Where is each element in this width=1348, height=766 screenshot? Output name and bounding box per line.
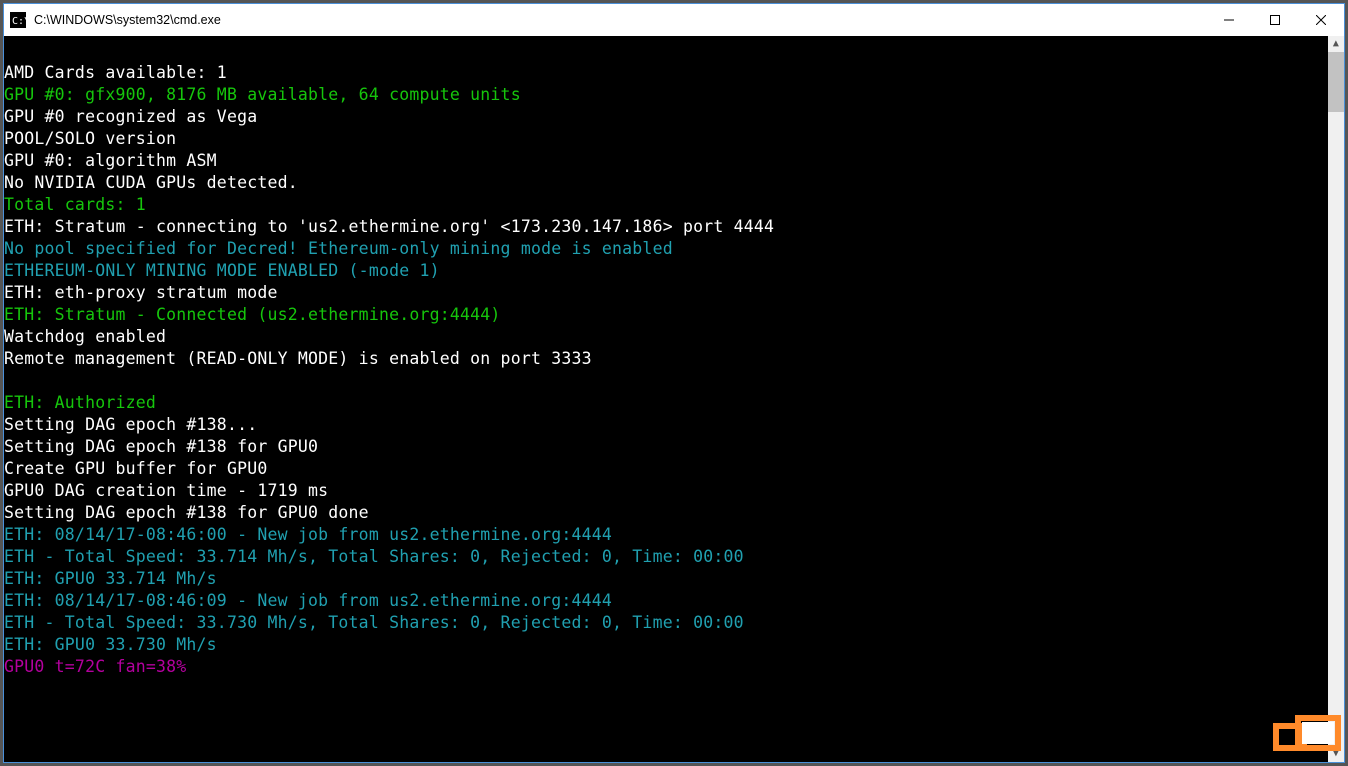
console-line: ETH: Stratum - Connected (us2.ethermine.… [4,304,1344,326]
window-title: C:\WINDOWS\system32\cmd.exe [34,13,221,27]
console-line: ETH: Stratum - connecting to 'us2.etherm… [4,216,1344,238]
console-line: Total cards: 1 [4,194,1344,216]
scrollbar-thumb[interactable] [1328,52,1344,112]
console-line [4,370,1344,392]
console-line: ETH: eth-proxy stratum mode [4,282,1344,304]
console-line: GPU #0: algorithm ASM [4,150,1344,172]
scroll-down-arrow[interactable]: ▼ [1328,746,1344,762]
console-line: ETHEREUM-ONLY MINING MODE ENABLED (-mode… [4,260,1344,282]
console-line: Setting DAG epoch #138 for GPU0 done [4,502,1344,524]
console-output[interactable]: AMD Cards available: 1GPU #0: gfx900, 81… [4,36,1344,762]
console-line: GPU0 DAG creation time - 1719 ms [4,480,1344,502]
titlebar[interactable]: C:\ C:\WINDOWS\system32\cmd.exe [4,4,1344,36]
console-line: GPU #0: gfx900, 8176 MB available, 64 co… [4,84,1344,106]
cmd-window: C:\ C:\WINDOWS\system32\cmd.exe AMD Card… [3,3,1345,763]
minimize-button[interactable] [1206,4,1252,36]
scrollbar-track[interactable] [1328,36,1344,762]
console-line: Create GPU buffer for GPU0 [4,458,1344,480]
console-line: ETH: GPU0 33.730 Mh/s [4,634,1344,656]
console-line: No NVIDIA CUDA GPUs detected. [4,172,1344,194]
console-line: GPU0 t=72C fan=38% [4,656,1344,678]
svg-text:C:\: C:\ [12,16,26,27]
close-button[interactable] [1298,4,1344,36]
console-line: Setting DAG epoch #138... [4,414,1344,436]
console-line [4,40,1344,62]
console-line: AMD Cards available: 1 [4,62,1344,84]
console-line: Setting DAG epoch #138 for GPU0 [4,436,1344,458]
maximize-button[interactable] [1252,4,1298,36]
console-line: No pool specified for Decred! Ethereum-o… [4,238,1344,260]
scroll-up-arrow[interactable]: ▲ [1328,36,1344,52]
console-line: Remote management (READ-ONLY MODE) is en… [4,348,1344,370]
console-line: Watchdog enabled [4,326,1344,348]
console-line: ETH: 08/14/17-08:46:00 - New job from us… [4,524,1344,546]
console-line: ETH: 08/14/17-08:46:09 - New job from us… [4,590,1344,612]
console-line: ETH: GPU0 33.714 Mh/s [4,568,1344,590]
console-line: ETH: Authorized [4,392,1344,414]
console-line: ETH - Total Speed: 33.714 Mh/s, Total Sh… [4,546,1344,568]
console-line: POOL/SOLO version [4,128,1344,150]
cmd-icon: C:\ [10,12,26,28]
console-line: GPU #0 recognized as Vega [4,106,1344,128]
console-line: ETH - Total Speed: 33.730 Mh/s, Total Sh… [4,612,1344,634]
